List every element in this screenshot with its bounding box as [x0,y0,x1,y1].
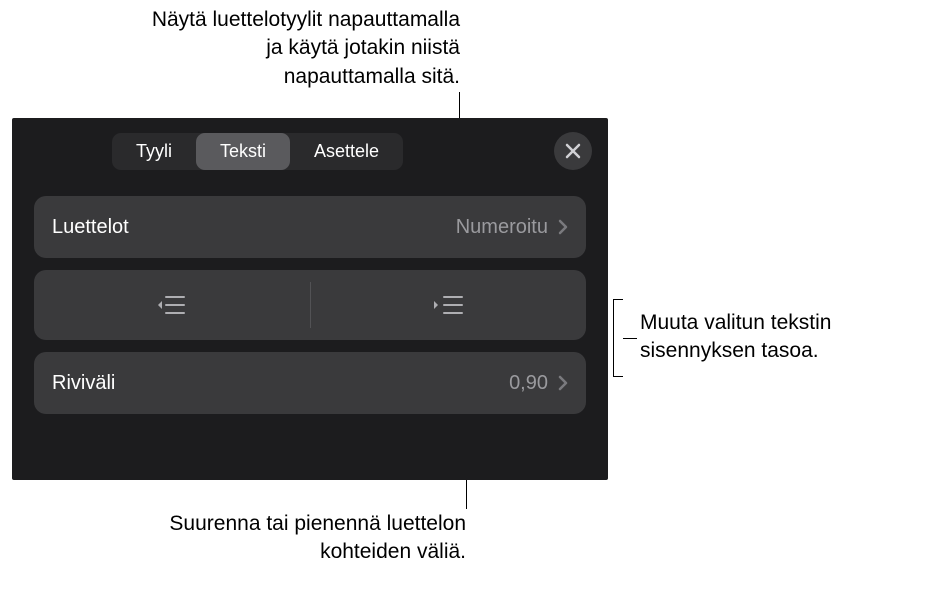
indent-icon [432,293,464,317]
tab-layout[interactable]: Asettele [290,133,403,170]
lists-value: Numeroitu [456,216,548,239]
tab-layout-label: Asettele [314,141,379,161]
lists-row[interactable]: Luettelot Numeroitu [34,196,586,258]
tab-style-label: Tyyli [136,141,172,161]
tab-text[interactable]: Teksti [196,133,290,170]
chevron-right-icon [558,219,568,235]
close-icon [565,143,581,159]
callout-right-bracket-left [613,299,623,377]
tab-row: Tyyli Teksti Asettele [12,118,608,180]
format-panel: Tyyli Teksti Asettele Luettelot Numeroit… [12,118,608,480]
linespacing-row[interactable]: Riviväli 0,90 [34,352,586,414]
indent-button[interactable] [311,270,587,340]
callout-bottom: Suurenna tai pienennä luettelon kohteide… [130,510,466,567]
callout-top-text: Näytä luettelotyylit napauttamalla ja kä… [152,8,460,88]
lists-label: Luettelot [52,216,456,239]
tab-style[interactable]: Tyyli [112,133,196,170]
outdent-button[interactable] [34,270,310,340]
segmented-control: Tyyli Teksti Asettele [112,133,403,170]
outdent-icon [156,293,188,317]
tab-text-label: Teksti [220,141,266,161]
linespacing-label: Riviväli [52,372,509,395]
callout-top: Näytä luettelotyylit napauttamalla ja kä… [60,6,460,91]
indent-row [34,270,586,340]
callout-right-text: Muuta valitun tekstin sisennyksen tasoa. [640,311,831,362]
linespacing-value: 0,90 [509,372,548,395]
chevron-right-icon [558,375,568,391]
close-button[interactable] [554,132,592,170]
callout-bottom-text: Suurenna tai pienennä luettelon kohteide… [169,512,466,563]
callout-right: Muuta valitun tekstin sisennyksen tasoa. [640,309,920,366]
callout-right-hline [623,338,637,339]
